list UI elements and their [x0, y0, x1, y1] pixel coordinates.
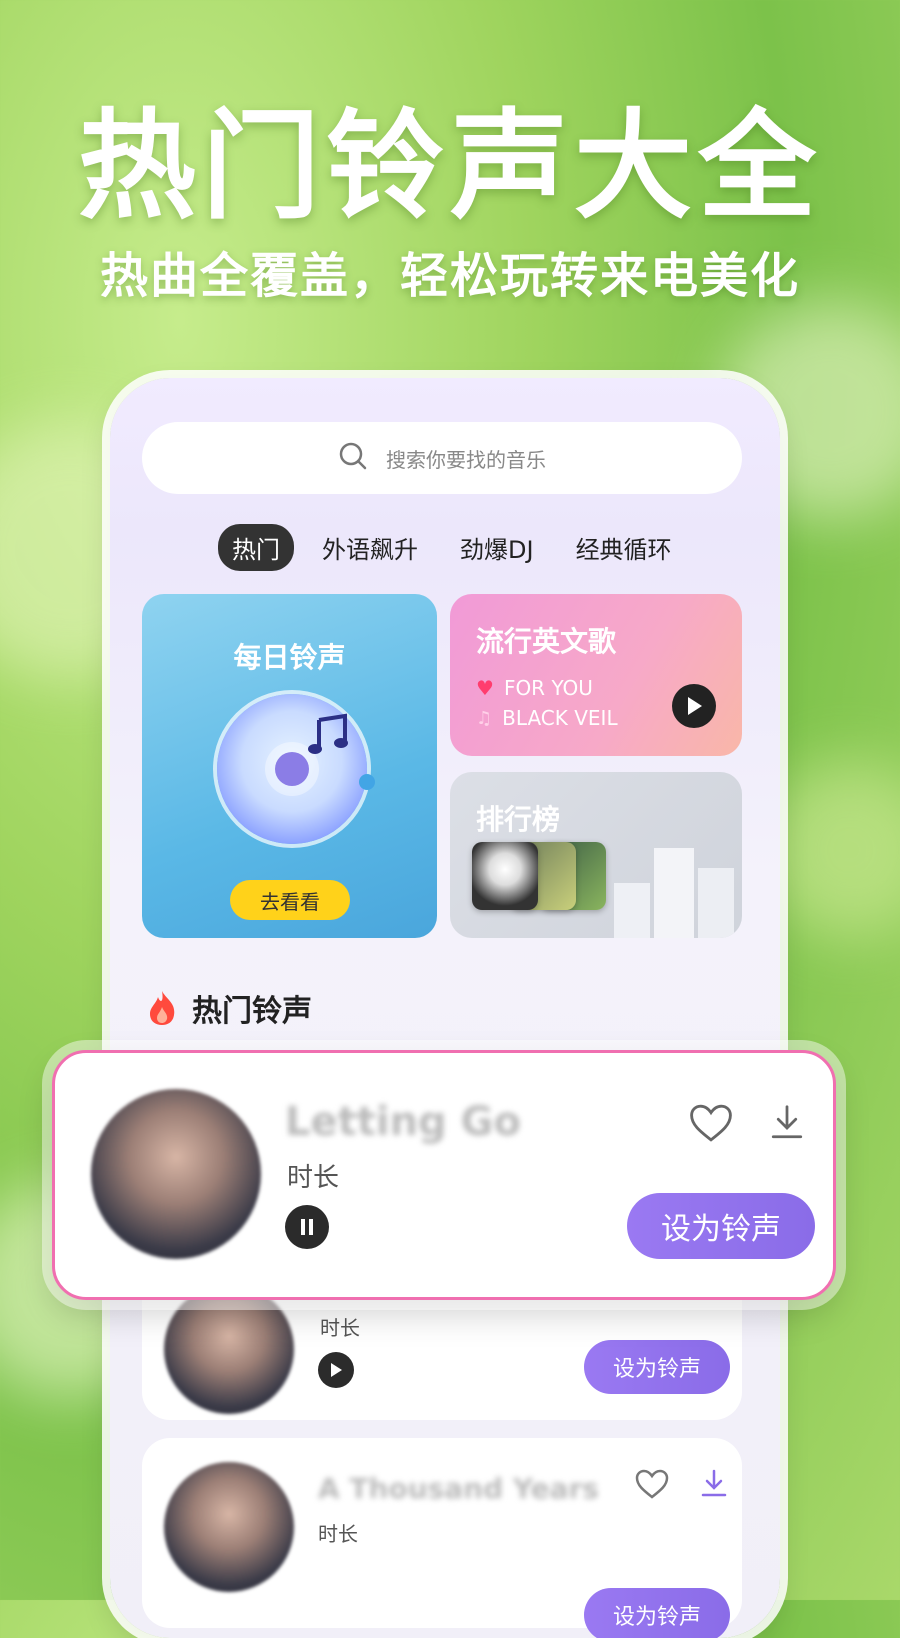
fire-icon [150, 991, 175, 1025]
pop-song-1: ♥ FOR YOU [476, 676, 593, 700]
music-note-icon: ♫ [476, 707, 493, 729]
song-duration-label: 时长 [287, 1163, 340, 1193]
heart-icon: ♥ [476, 676, 494, 700]
download-button[interactable] [694, 1464, 734, 1504]
music-disc-icon [217, 694, 375, 844]
tab-classic[interactable]: 经典循环 [562, 524, 686, 571]
go-see-button[interactable]: 去看看 [230, 880, 350, 920]
play-icon [331, 1363, 342, 1377]
set-ringtone-button[interactable]: 设为铃声 [627, 1193, 815, 1259]
search-icon [338, 441, 386, 476]
pop-song-2: ♫ BLACK VEIL [476, 706, 618, 730]
song-title: A Thousand Years [318, 1472, 599, 1505]
search-placeholder: 搜索你要找的音乐 [386, 447, 546, 472]
rank-card-title: 排行榜 [476, 803, 561, 836]
hot-ringtone-section: 热门铃声 [146, 986, 312, 1030]
search-bar[interactable]: 搜索你要找的音乐 [142, 422, 742, 494]
heart-outline-icon [635, 1469, 669, 1499]
heart-outline-icon [690, 1104, 732, 1142]
album-covers [472, 842, 612, 912]
ranking-card[interactable]: 排行榜 [450, 772, 742, 938]
download-icon [701, 1469, 727, 1497]
download-button[interactable] [761, 1097, 813, 1149]
phone-mockup: 搜索你要找的音乐 热门 外语飙升 劲爆DJ 经典循环 每日铃声 去看看 流行英文… [110, 378, 780, 1638]
song-avatar [91, 1089, 261, 1259]
tab-dj[interactable]: 劲爆DJ [446, 524, 548, 571]
pop-english-card[interactable]: 流行英文歌 ♥ FOR YOU ♫ BLACK VEIL [450, 594, 742, 756]
daily-ringtone-card[interactable]: 每日铃声 去看看 [142, 594, 437, 938]
tab-foreign[interactable]: 外语飙升 [308, 524, 432, 571]
play-button[interactable] [318, 1352, 354, 1388]
song-avatar [164, 1462, 294, 1592]
favorite-button[interactable] [685, 1097, 737, 1149]
set-ringtone-button[interactable]: 设为铃声 [584, 1340, 730, 1394]
pause-icon [301, 1219, 313, 1235]
song-avatar [164, 1284, 294, 1414]
tab-hot[interactable]: 热门 [218, 524, 294, 571]
promo-subline: 热曲全覆盖，轻松玩转来电美化 [99, 248, 800, 304]
song-title: Letting Go [285, 1099, 521, 1145]
pause-button[interactable] [285, 1205, 329, 1249]
song-duration-label: 时长 [318, 1522, 358, 1546]
download-icon [771, 1105, 803, 1139]
song-duration-label: 时长 [320, 1316, 360, 1340]
pop-card-title: 流行英文歌 [476, 625, 617, 658]
daily-card-title: 每日铃声 [233, 641, 346, 674]
play-icon [688, 697, 702, 715]
set-ringtone-button[interactable]: 设为铃声 [584, 1588, 730, 1638]
category-tabs: 热门 外语飙升 劲爆DJ 经典循环 [218, 524, 686, 571]
promo-headline: 热门铃声大全 [77, 97, 822, 235]
music-note-icon [308, 713, 348, 754]
favorite-button[interactable] [632, 1464, 672, 1504]
chart-bars-decoration [614, 848, 734, 938]
featured-song-card[interactable]: Letting Go 时长 设为铃声 [52, 1050, 836, 1300]
play-button[interactable] [672, 684, 716, 728]
